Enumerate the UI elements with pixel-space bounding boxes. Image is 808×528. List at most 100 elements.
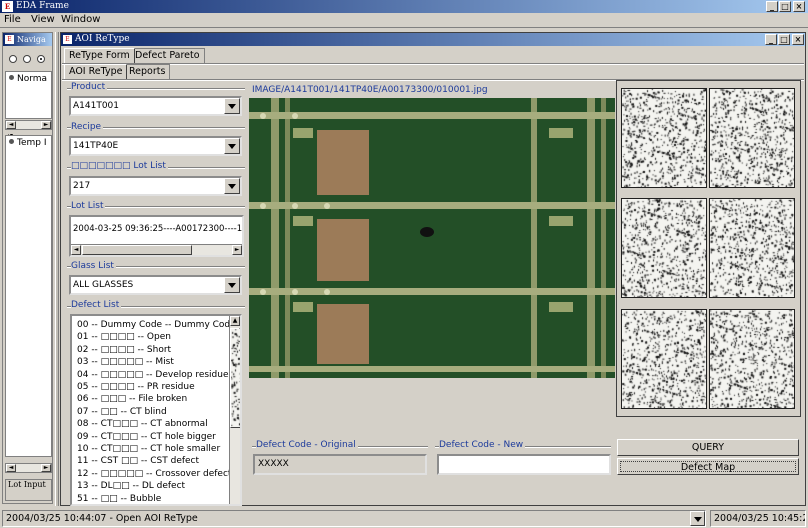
defect-list-item[interactable]: 07 -- □□ -- CT blind [77,406,167,418]
glass-list-select[interactable]: ALL GLASSES [69,275,242,295]
nav-list-top[interactable]: Norma [5,71,52,119]
nav-radio-2[interactable] [23,55,31,63]
defect-list-item[interactable]: 00 -- Dummy Code -- Dummy Code [77,319,236,331]
scroll-right-icon[interactable]: ► [232,245,242,255]
defect-code-new-input[interactable] [437,454,611,475]
thumbnail-grid [616,80,801,417]
scroll-left-icon[interactable]: ◄ [6,121,16,129]
scroll-right-icon[interactable]: ► [41,464,51,472]
lot-list-hscroll[interactable]: ◄ ► [71,244,242,255]
tab-retype-form[interactable]: ReType Form [64,48,135,63]
nav-hscroll-top[interactable]: ◄ ► [5,120,52,130]
chevron-down-icon[interactable] [224,277,240,293]
defect-image[interactable] [249,98,615,378]
glass-list-label: Glass List [71,261,116,271]
lot-input-label: Lot Input [8,480,46,489]
menu-bar: File View Window [0,13,808,28]
defect-code-original-field: XXXXX [253,454,427,475]
defect-list-item[interactable]: 11 -- CST □□ -- CST defect [77,455,199,467]
recipe-select[interactable]: 141TP40E [69,136,242,156]
tab-reports[interactable]: Reports [124,64,171,79]
defect-thumbnail[interactable] [621,88,707,188]
defect-list-item[interactable]: 02 -- □□□□ -- Short [77,344,171,356]
navigator-title: Naviga [17,35,46,44]
defect-map-button[interactable]: Defect Map [617,458,799,475]
image-path: IMAGE/A141T001/141TP40E/A00173300/010001… [252,85,488,95]
defect-thumbnail[interactable] [709,309,795,409]
scroll-left-icon[interactable]: ◄ [6,464,16,472]
minimize-icon[interactable]: _ [766,1,778,12]
defect-thumbnail[interactable] [621,309,707,409]
menu-window[interactable]: Window [61,14,100,25]
lot-list-combo-label: □□□□□□□ Lot List [71,161,168,171]
close-icon[interactable]: × [792,34,804,45]
defect-list-item[interactable]: 03 -- □□□□□ -- Mist [77,356,174,368]
maximize-icon[interactable]: □ [778,34,790,45]
nav-item-normal[interactable]: Norma [6,74,47,84]
bullet-icon [9,139,14,144]
defect-code-new-label: Defect Code - New [439,440,526,450]
status-clock: 2004/03/25 10:45:29 [710,510,806,527]
nav-item-label: Temp I [17,138,47,148]
lot-list-combo-value: 217 [73,181,91,191]
nav-hscroll-bottom[interactable]: ◄ ► [5,463,52,473]
defect-map-label: Defect Map [620,461,796,473]
scroll-left-icon[interactable]: ◄ [71,245,81,255]
app-logo-icon: E [2,1,13,12]
query-button[interactable]: QUERY [617,439,799,456]
scroll-thumb[interactable] [230,328,240,428]
status-message: 2004/03/25 10:44:07 - Open AOI ReType [2,510,706,527]
chevron-down-icon[interactable] [224,138,240,154]
tab-divider [62,63,804,65]
scroll-right-icon[interactable]: ► [41,121,51,129]
defect-list-item[interactable]: 04 -- □□□□□ -- Develop residue [77,369,229,381]
defect-list-item[interactable]: 09 -- CT□□□ -- CT hole bigger [77,431,216,443]
tab-aoi-retype[interactable]: AOI ReType [64,64,128,79]
defect-list-item[interactable]: 13 -- DL□□ -- DL defect [77,480,185,492]
defect-list-item[interactable]: 06 -- □□□ -- File broken [77,393,187,405]
status-bar: 2004/03/25 10:44:07 - Open AOI ReType 20… [0,508,808,528]
nav-list-bottom[interactable]: Temp I [5,135,52,457]
lot-list-label: Lot List [71,201,106,211]
defect-list-item[interactable]: 12 -- □□□□□ -- Crossover defect [77,468,231,480]
defect-list-item[interactable]: 10 -- CT□□□ -- CT hole smaller [77,443,220,455]
navigator-app-icon: E [5,35,14,44]
tab-defect-pareto[interactable]: Defect Pareto [130,48,205,63]
defect-list-item[interactable]: 51 -- □□ -- Bubble [77,493,161,504]
lot-list-item[interactable]: 2004-03-25 09:36:25----A00172300----1 [73,224,242,234]
aoi-title: AOI ReType [75,34,130,44]
close-icon[interactable]: × [793,1,805,12]
nav-radio-1[interactable] [9,55,17,63]
lot-input-panel[interactable]: Lot Input [5,479,52,501]
chevron-down-icon[interactable] [690,511,705,526]
defect-list-item[interactable]: 01 -- □□□□ -- Open [77,331,171,343]
product-label: Product [71,82,108,92]
defect-thumbnail[interactable] [709,88,795,188]
product-select[interactable]: A141T001 [69,96,242,116]
maximize-icon[interactable]: □ [779,1,791,12]
defect-list[interactable]: 00 -- Dummy Code -- Dummy Code 01 -- □□□□… [70,314,242,506]
app-titlebar: E EDA Frame _ □ × [0,0,808,13]
aoi-window-icon: E [63,35,72,44]
menu-view[interactable]: View [31,14,55,25]
defect-list-item[interactable]: 05 -- □□□□ -- PR residue [77,381,195,393]
chevron-down-icon[interactable] [224,98,240,114]
nav-item-temp[interactable]: Temp I [6,138,47,148]
menu-file[interactable]: File [4,14,21,25]
nav-item-label: Norma [17,74,48,84]
panel-splitter[interactable] [55,32,59,506]
defect-thumbnail[interactable] [621,198,707,298]
lot-list-select[interactable]: 217 [69,176,242,196]
minimize-icon[interactable]: _ [765,34,777,45]
glass-list-value: ALL GLASSES [73,280,134,290]
chevron-down-icon[interactable] [224,178,240,194]
scroll-up-icon[interactable]: ▲ [230,316,240,326]
defect-list-vscroll[interactable]: ▲ [229,316,240,504]
nav-radio-3[interactable] [37,55,45,63]
status-message-text: 2004/03/25 10:44:07 - Open AOI ReType [6,513,198,524]
lot-list-box[interactable]: 2004-03-25 09:36:25----A00172300----1 ◄ … [69,215,244,257]
scroll-thumb[interactable] [82,245,192,255]
bullet-icon [9,75,14,80]
defect-thumbnail[interactable] [709,198,795,298]
defect-list-item[interactable]: 08 -- CT□□□ -- CT abnormal [77,418,208,430]
